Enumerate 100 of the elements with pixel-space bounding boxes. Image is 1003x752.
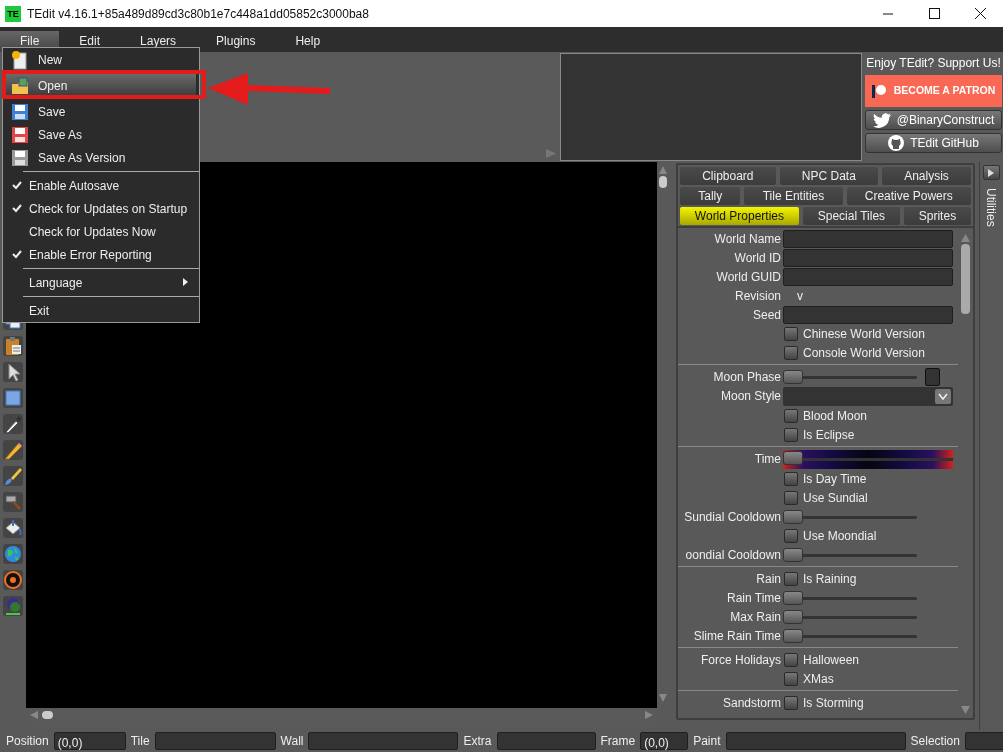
menu-item[interactable]: Save As Version bbox=[6, 146, 196, 169]
menu-item[interactable]: Exit bbox=[6, 299, 196, 322]
menu-item[interactable]: Check for Updates Now bbox=[6, 220, 196, 243]
panel-tab[interactable]: World Properties bbox=[680, 207, 799, 225]
globe-icon[interactable] bbox=[3, 544, 23, 564]
slider[interactable] bbox=[783, 368, 917, 385]
minimap[interactable] bbox=[560, 53, 862, 161]
panel-tab[interactable]: NPC Data bbox=[779, 167, 878, 185]
menu-item[interactable]: Enable Autosave bbox=[6, 174, 196, 197]
checkbox-label: Blood Moon bbox=[803, 407, 868, 425]
field-label: Time bbox=[754, 452, 781, 466]
pencil-icon[interactable] bbox=[3, 440, 23, 460]
slider[interactable] bbox=[783, 589, 917, 606]
checkbox[interactable] bbox=[784, 652, 798, 667]
checkbox-label: Console World Version bbox=[803, 344, 925, 362]
menu-item[interactable]: Save As bbox=[6, 123, 196, 146]
scroll-down-icon[interactable] bbox=[961, 706, 970, 714]
checkbox[interactable] bbox=[784, 408, 798, 423]
bucket-icon[interactable] bbox=[3, 518, 23, 538]
checkbox[interactable] bbox=[784, 671, 798, 686]
scroll-left-icon[interactable] bbox=[30, 711, 38, 719]
panel-tab[interactable]: Special Tiles bbox=[802, 207, 900, 225]
scroll-up-icon[interactable] bbox=[961, 234, 970, 242]
panel-tab[interactable]: Sprites bbox=[903, 207, 971, 225]
menu-item[interactable]: Plugins bbox=[196, 31, 276, 52]
clipboard-icon[interactable] bbox=[3, 336, 23, 356]
field-label: Seed bbox=[752, 307, 781, 322]
slider[interactable] bbox=[783, 508, 917, 525]
color-swatch[interactable] bbox=[925, 367, 940, 386]
status-label: Position bbox=[6, 733, 49, 750]
text-field[interactable] bbox=[783, 305, 953, 324]
bird-icon bbox=[872, 112, 891, 128]
github-link-button[interactable]: TEdit GitHub bbox=[865, 133, 1002, 153]
text-field[interactable] bbox=[783, 229, 953, 248]
slider-thumb[interactable] bbox=[783, 590, 803, 605]
scroll-right-icon[interactable] bbox=[645, 711, 653, 719]
slider[interactable] bbox=[783, 627, 917, 644]
field-label: Max Rain bbox=[730, 609, 781, 624]
panel-tab[interactable]: Analysis bbox=[882, 167, 971, 185]
slider-thumb[interactable] bbox=[783, 609, 803, 624]
pointer-icon[interactable] bbox=[3, 362, 23, 382]
scroll-thumb[interactable] bbox=[42, 711, 53, 719]
status-label: Selection bbox=[910, 733, 960, 750]
scroll-thumb[interactable] bbox=[961, 244, 970, 314]
menu-item[interactable]: Save bbox=[6, 100, 196, 123]
hammer-icon[interactable] bbox=[3, 492, 23, 512]
slider-thumb[interactable] bbox=[783, 547, 803, 562]
check-icon bbox=[12, 250, 22, 259]
slider-thumb[interactable] bbox=[783, 369, 803, 384]
utilities-tab[interactable]: Utilities bbox=[982, 188, 1000, 227]
square-icon[interactable] bbox=[3, 388, 23, 408]
field-label: Slime Rain Time bbox=[693, 628, 781, 643]
checkbox-label: Use Sundial bbox=[803, 489, 868, 507]
minimize-icon[interactable] bbox=[883, 12, 893, 15]
dropdown[interactable] bbox=[783, 386, 953, 406]
panel-tab[interactable]: Clipboard bbox=[680, 167, 776, 185]
checkbox-label: Is Day Time bbox=[803, 470, 867, 488]
status-label: Paint bbox=[693, 733, 721, 750]
social-link-button[interactable]: @BinaryConstruct bbox=[865, 110, 1002, 130]
scroll-thumb[interactable] bbox=[659, 176, 667, 188]
menu-item[interactable]: Language bbox=[6, 271, 196, 294]
field-value: v bbox=[796, 287, 803, 305]
expand-button[interactable] bbox=[982, 165, 1000, 180]
scroll-up-icon[interactable] bbox=[659, 166, 667, 174]
time-slider[interactable] bbox=[783, 449, 953, 469]
panel-tab[interactable]: Tile Entities bbox=[744, 187, 843, 205]
checkbox[interactable] bbox=[784, 571, 798, 586]
panel-tab[interactable]: Tally bbox=[680, 187, 741, 205]
checkbox-label: Is Storming bbox=[803, 694, 864, 712]
checkbox-label: XMas bbox=[803, 670, 834, 688]
eyedropper-icon[interactable] bbox=[3, 414, 23, 434]
slider-thumb[interactable] bbox=[783, 628, 803, 643]
checkbox[interactable] bbox=[784, 695, 798, 710]
checkbox[interactable] bbox=[784, 345, 798, 360]
panel-tab[interactable]: Creative Powers bbox=[846, 187, 971, 205]
check-icon bbox=[12, 181, 22, 190]
status-label: Tile bbox=[130, 733, 150, 750]
checkbox[interactable] bbox=[784, 471, 798, 486]
menu-item[interactable]: Enable Error Reporting bbox=[6, 243, 196, 266]
checkbox[interactable] bbox=[784, 490, 798, 505]
menu-item[interactable]: Help bbox=[275, 31, 341, 52]
menu-item[interactable]: Open bbox=[6, 74, 196, 97]
ring-icon[interactable] bbox=[3, 570, 23, 590]
brush-icon[interactable] bbox=[3, 466, 23, 486]
slider-thumb[interactable] bbox=[783, 450, 803, 465]
checkbox[interactable] bbox=[784, 326, 798, 341]
checkbox[interactable] bbox=[784, 427, 798, 442]
checkbox-label: Is Raining bbox=[803, 570, 857, 588]
slider-thumb[interactable] bbox=[783, 509, 803, 524]
app-logo: TE bbox=[5, 5, 21, 22]
scroll-down-icon[interactable] bbox=[659, 694, 667, 702]
text-field[interactable] bbox=[783, 267, 953, 286]
tree-icon[interactable] bbox=[3, 596, 23, 616]
close-icon[interactable] bbox=[974, 8, 986, 19]
maximize-icon[interactable] bbox=[928, 8, 940, 19]
text-field[interactable] bbox=[783, 248, 953, 267]
checkbox[interactable] bbox=[784, 528, 798, 543]
menu-item[interactable]: Check for Updates on Startup bbox=[6, 197, 196, 220]
slider[interactable] bbox=[783, 608, 917, 625]
slider[interactable] bbox=[783, 546, 917, 563]
